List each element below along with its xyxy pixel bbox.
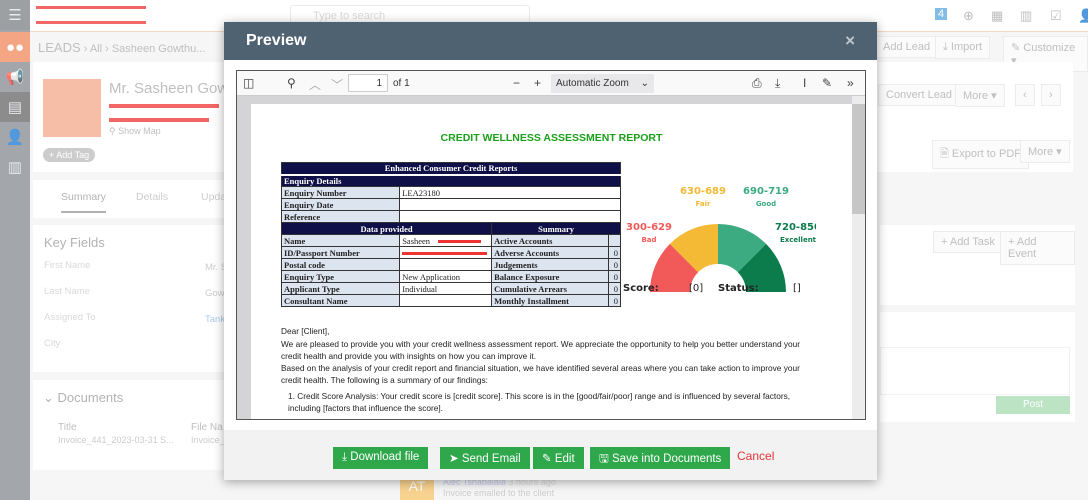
score-status: Score: [0] Status: [] bbox=[623, 283, 813, 294]
download-label: Download file bbox=[350, 451, 420, 463]
cell-value: Sasheen bbox=[399, 234, 493, 247]
gauge-label: Fair bbox=[696, 200, 711, 208]
gauge-range: 720-850 bbox=[775, 222, 816, 233]
letter-greeting: Dear [Client], bbox=[281, 326, 330, 336]
cell-s-label: Monthly Installment bbox=[491, 294, 609, 307]
pdf-viewer: ◫ ⚲ ︿ ﹀ 1 of 1 − + Automatic Zoom ⌄ ⎙ ⤓ … bbox=[236, 70, 866, 420]
save-documents-button[interactable]: 🖫 Save into Documents bbox=[590, 447, 731, 469]
cell-value bbox=[399, 246, 493, 259]
zoom-out-icon[interactable]: − bbox=[513, 76, 520, 90]
pdf-toolbar: ◫ ⚲ ︿ ﹀ 1 of 1 − + Automatic Zoom ⌄ ⎙ ⤓ … bbox=[237, 71, 865, 96]
cell-label: Applicant Type bbox=[280, 282, 401, 295]
cell-s-value: 0 bbox=[608, 270, 621, 283]
cell-value: New Application bbox=[399, 270, 493, 283]
text-cursor-icon[interactable]: I bbox=[803, 76, 806, 90]
gauge-range: 300-629 bbox=[626, 222, 672, 233]
summary-header: Summary bbox=[491, 222, 621, 235]
cell-value bbox=[399, 258, 493, 271]
gauge-label: Bad bbox=[641, 236, 656, 244]
edit-label: Edit bbox=[554, 453, 575, 465]
data-provided-header: Data provided bbox=[280, 222, 493, 235]
cell-label: ID/Passport Number bbox=[280, 246, 401, 259]
modal-title: Preview bbox=[246, 32, 307, 49]
chevron-up-icon[interactable]: ︿ bbox=[309, 76, 321, 93]
cell-value: Individual bbox=[399, 282, 493, 295]
cell-label: Consultant Name bbox=[280, 294, 401, 307]
report-table: Enhanced Consumer Credit Reports Enquiry… bbox=[280, 162, 621, 307]
status-label: Status: bbox=[718, 283, 759, 294]
print-icon[interactable]: ⎙ bbox=[752, 76, 762, 91]
gauge-range: 690-719 bbox=[743, 186, 789, 197]
page-number-input[interactable]: 1 bbox=[348, 74, 388, 92]
table-row: Name Sasheen Active Accounts bbox=[280, 234, 621, 247]
cell-value bbox=[399, 294, 493, 307]
letter-paragraph: Based on the analysis of your credit rep… bbox=[281, 363, 800, 385]
cell-s-value: 0 bbox=[608, 294, 621, 307]
table-row: Consultant Name Monthly Installment 0 bbox=[280, 294, 621, 307]
cell-label: Name bbox=[280, 234, 401, 247]
score-value: [0] bbox=[689, 283, 704, 294]
cell-s-label: Balance Exposure bbox=[491, 270, 609, 283]
search-icon[interactable]: ⚲ bbox=[287, 76, 296, 90]
redaction bbox=[438, 240, 482, 243]
cell-label: Reference bbox=[280, 210, 401, 223]
cell-s-label: Active Accounts bbox=[491, 234, 609, 247]
letter-paragraph: We are pleased to provide you with your … bbox=[281, 339, 800, 361]
zoom-select[interactable]: Automatic Zoom ⌄ bbox=[551, 74, 654, 93]
cancel-button[interactable]: Cancel bbox=[737, 449, 774, 463]
table-row: Postal code Judgements 0 bbox=[280, 258, 621, 271]
table-row: ID/Passport Number Adverse Accounts 0 bbox=[280, 246, 621, 259]
table-row: Applicant Type Individual Cumulative Arrea… bbox=[280, 282, 621, 295]
close-icon[interactable]: × bbox=[845, 31, 855, 51]
cell-value: LEA23180 bbox=[399, 186, 621, 199]
cell-s-value: 0 bbox=[608, 282, 621, 295]
page-count: of 1 bbox=[393, 78, 410, 89]
chevron-down-icon[interactable]: ﹀ bbox=[331, 76, 343, 93]
scrollbar-thumb[interactable] bbox=[852, 104, 865, 214]
letter-list-item: 1. Credit Score Analysis: Your credit sc… bbox=[288, 391, 791, 413]
cell-value bbox=[399, 198, 621, 211]
gauge-label: Good bbox=[756, 200, 776, 208]
zoom-value: Automatic Zoom bbox=[556, 78, 629, 89]
modal-header: Preview bbox=[224, 22, 877, 60]
edit-button[interactable]: ✎ Edit bbox=[533, 447, 584, 469]
cell-label: Enquiry Number bbox=[280, 186, 401, 199]
cell-value bbox=[399, 210, 621, 223]
enquiry-details-header: Enquiry Details bbox=[281, 173, 621, 187]
cell-s-label: Cumulative Arrears bbox=[491, 282, 609, 295]
send-email-label: Send Email bbox=[461, 453, 521, 465]
cell-s-value: 0 bbox=[608, 246, 621, 259]
gauge-range: 630-689 bbox=[680, 186, 726, 197]
preview-modal: Preview × ◫ ⚲ ︿ ﹀ 1 of 1 − + Automatic Z… bbox=[224, 22, 877, 480]
download-file-button[interactable]: ⤓ Download file bbox=[333, 447, 429, 469]
more-tools-icon[interactable]: » bbox=[847, 76, 854, 90]
zoom-in-icon[interactable]: + bbox=[534, 76, 541, 90]
cell-s-value bbox=[608, 234, 621, 247]
redaction bbox=[402, 252, 488, 255]
save-label: Save into Documents bbox=[612, 453, 722, 465]
scrollbar[interactable] bbox=[852, 96, 865, 419]
pdf-page: CREDIT WELLNESS ASSESSMENT REPORT Enhanc… bbox=[251, 104, 852, 419]
cell-label: Postal code bbox=[280, 258, 401, 271]
report-title: CREDIT WELLNESS ASSESSMENT REPORT bbox=[440, 132, 663, 144]
send-email-button[interactable]: ➤ Send Email bbox=[440, 447, 530, 469]
cell-s-label: Adverse Accounts bbox=[491, 246, 609, 259]
status-value: [] bbox=[793, 283, 801, 294]
score-label: Score: bbox=[623, 283, 659, 294]
cell-label: Enquiry Date bbox=[280, 198, 401, 211]
pencil-icon[interactable]: ✎ bbox=[822, 76, 832, 90]
table-title: Enhanced Consumer Credit Reports bbox=[281, 162, 621, 175]
gauge-label: Excellent bbox=[780, 236, 816, 244]
sidebar-toggle-icon[interactable]: ◫ bbox=[243, 76, 254, 90]
cell-s-label: Judgements bbox=[491, 258, 609, 271]
download-icon[interactable]: ⤓ bbox=[775, 76, 780, 91]
cell-s-value: 0 bbox=[608, 258, 621, 271]
cell-label: Enquiry Type bbox=[280, 270, 401, 283]
table-row: Enquiry Type New Application Balance Expos… bbox=[280, 270, 621, 283]
